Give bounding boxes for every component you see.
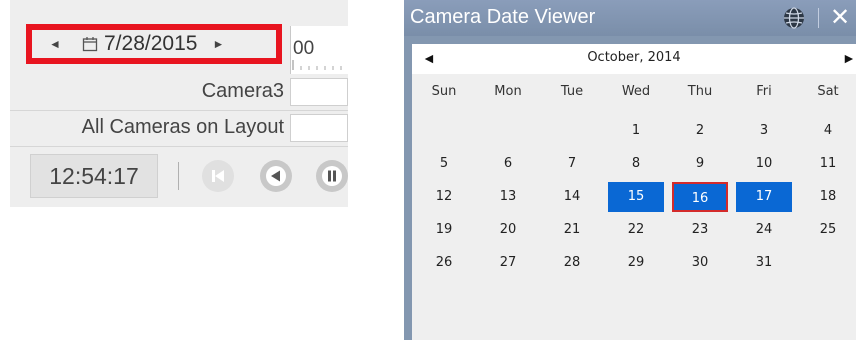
weekday-label: Thu <box>687 84 713 99</box>
calendar-day[interactable]: 25 <box>800 215 856 245</box>
timeline-scale-label: 00 <box>293 38 315 59</box>
skip-to-start-button[interactable] <box>202 160 234 192</box>
camera-row[interactable]: All Cameras on Layout <box>10 110 348 147</box>
time-display: 12:54:17 <box>30 154 158 198</box>
calendar-day[interactable]: 30 <box>672 248 728 278</box>
calendar-day[interactable]: 26 <box>416 248 472 278</box>
calendar-day[interactable]: 23 <box>672 215 728 245</box>
weekday-label: Fri <box>756 84 772 99</box>
next-date-arrow[interactable]: ► <box>207 37 229 51</box>
calendar-day[interactable]: 4 <box>800 116 856 146</box>
pause-button[interactable] <box>316 160 348 192</box>
camera-date-viewer-window: Camera Date Viewer ✕ ◄ October, 2014 ► S… <box>404 0 856 340</box>
calendar-day[interactable]: 1 <box>608 116 664 146</box>
timeline-ticks <box>292 60 342 70</box>
globe-icon[interactable] <box>782 6 806 30</box>
previous-date-arrow[interactable]: ◄ <box>44 37 66 51</box>
playback-controls: 12:54:17 <box>10 148 348 204</box>
calendar-day[interactable]: 13 <box>480 182 536 212</box>
calendar-day[interactable]: 7 <box>544 149 600 179</box>
timeline-panel: ◄ 7/28/2015 ► 00 Camera3 All Cameras on … <box>10 0 348 207</box>
pause-icon <box>322 166 342 186</box>
close-icon[interactable]: ✕ <box>830 3 850 32</box>
calendar-day[interactable]: 11 <box>800 149 856 179</box>
play-reverse-button[interactable] <box>260 160 292 192</box>
calendar-day[interactable]: 31 <box>736 248 792 278</box>
calendar-day[interactable]: 18 <box>800 182 856 212</box>
camera-row-label: Camera3 <box>201 80 284 102</box>
calendar-day[interactable]: 27 <box>480 248 536 278</box>
weekday-label: Mon <box>494 84 522 99</box>
calendar-day[interactable]: 2 <box>672 116 728 146</box>
calendar-day[interactable]: 16 <box>672 182 728 212</box>
calendar-day[interactable]: 17 <box>736 182 792 212</box>
calendar-day[interactable]: 15 <box>608 182 664 212</box>
weekday-label: Sat <box>817 84 839 99</box>
window-title-bar[interactable]: Camera Date Viewer ✕ <box>404 0 856 36</box>
weekday-label: Wed <box>621 84 651 99</box>
skip-to-start-icon <box>212 170 224 182</box>
calendar-day[interactable]: 20 <box>480 215 536 245</box>
play-reverse-icon <box>266 166 286 186</box>
calendar-day[interactable]: 3 <box>736 116 792 146</box>
camera-row[interactable]: Camera3 <box>10 74 348 111</box>
weekday-label: Sun <box>431 84 457 99</box>
calendar-day[interactable]: 9 <box>672 149 728 179</box>
title-bar-divider <box>818 8 819 28</box>
calendar-day[interactable]: 5 <box>416 149 472 179</box>
calendar-day[interactable]: 10 <box>736 149 792 179</box>
calendar-day[interactable]: 21 <box>544 215 600 245</box>
calendar-day[interactable]: 6 <box>480 149 536 179</box>
timeline-scale[interactable]: 00 <box>290 26 348 74</box>
calendar-day[interactable]: 22 <box>608 215 664 245</box>
month-label[interactable]: October, 2014 <box>412 50 856 65</box>
camera-row-label: All Cameras on Layout <box>81 116 284 138</box>
calendar-icon[interactable] <box>82 36 98 52</box>
camera-row-track[interactable] <box>290 114 348 142</box>
calendar-day[interactable]: 29 <box>608 248 664 278</box>
current-date[interactable]: 7/28/2015 <box>104 32 197 56</box>
month-calendar: ◄ October, 2014 ► Sun Mon Tue Wed Thu Fri Sat … <box>412 44 856 340</box>
camera-row-track[interactable] <box>290 78 348 106</box>
calendar-day[interactable]: 12 <box>416 182 472 212</box>
calendar-day[interactable]: 8 <box>608 149 664 179</box>
calendar-header: ◄ October, 2014 ► <box>412 44 856 74</box>
window-title: Camera Date Viewer <box>410 6 596 28</box>
weekday-label: Tue <box>560 84 584 99</box>
toolbar-divider <box>178 162 179 190</box>
date-navigator: ◄ 7/28/2015 ► <box>26 24 282 64</box>
calendar-day[interactable]: 19 <box>416 215 472 245</box>
calendar-day[interactable]: 24 <box>736 215 792 245</box>
calendar-day[interactable]: 14 <box>544 182 600 212</box>
next-month-arrow[interactable]: ► <box>842 50 856 66</box>
calendar-day[interactable]: 28 <box>544 248 600 278</box>
